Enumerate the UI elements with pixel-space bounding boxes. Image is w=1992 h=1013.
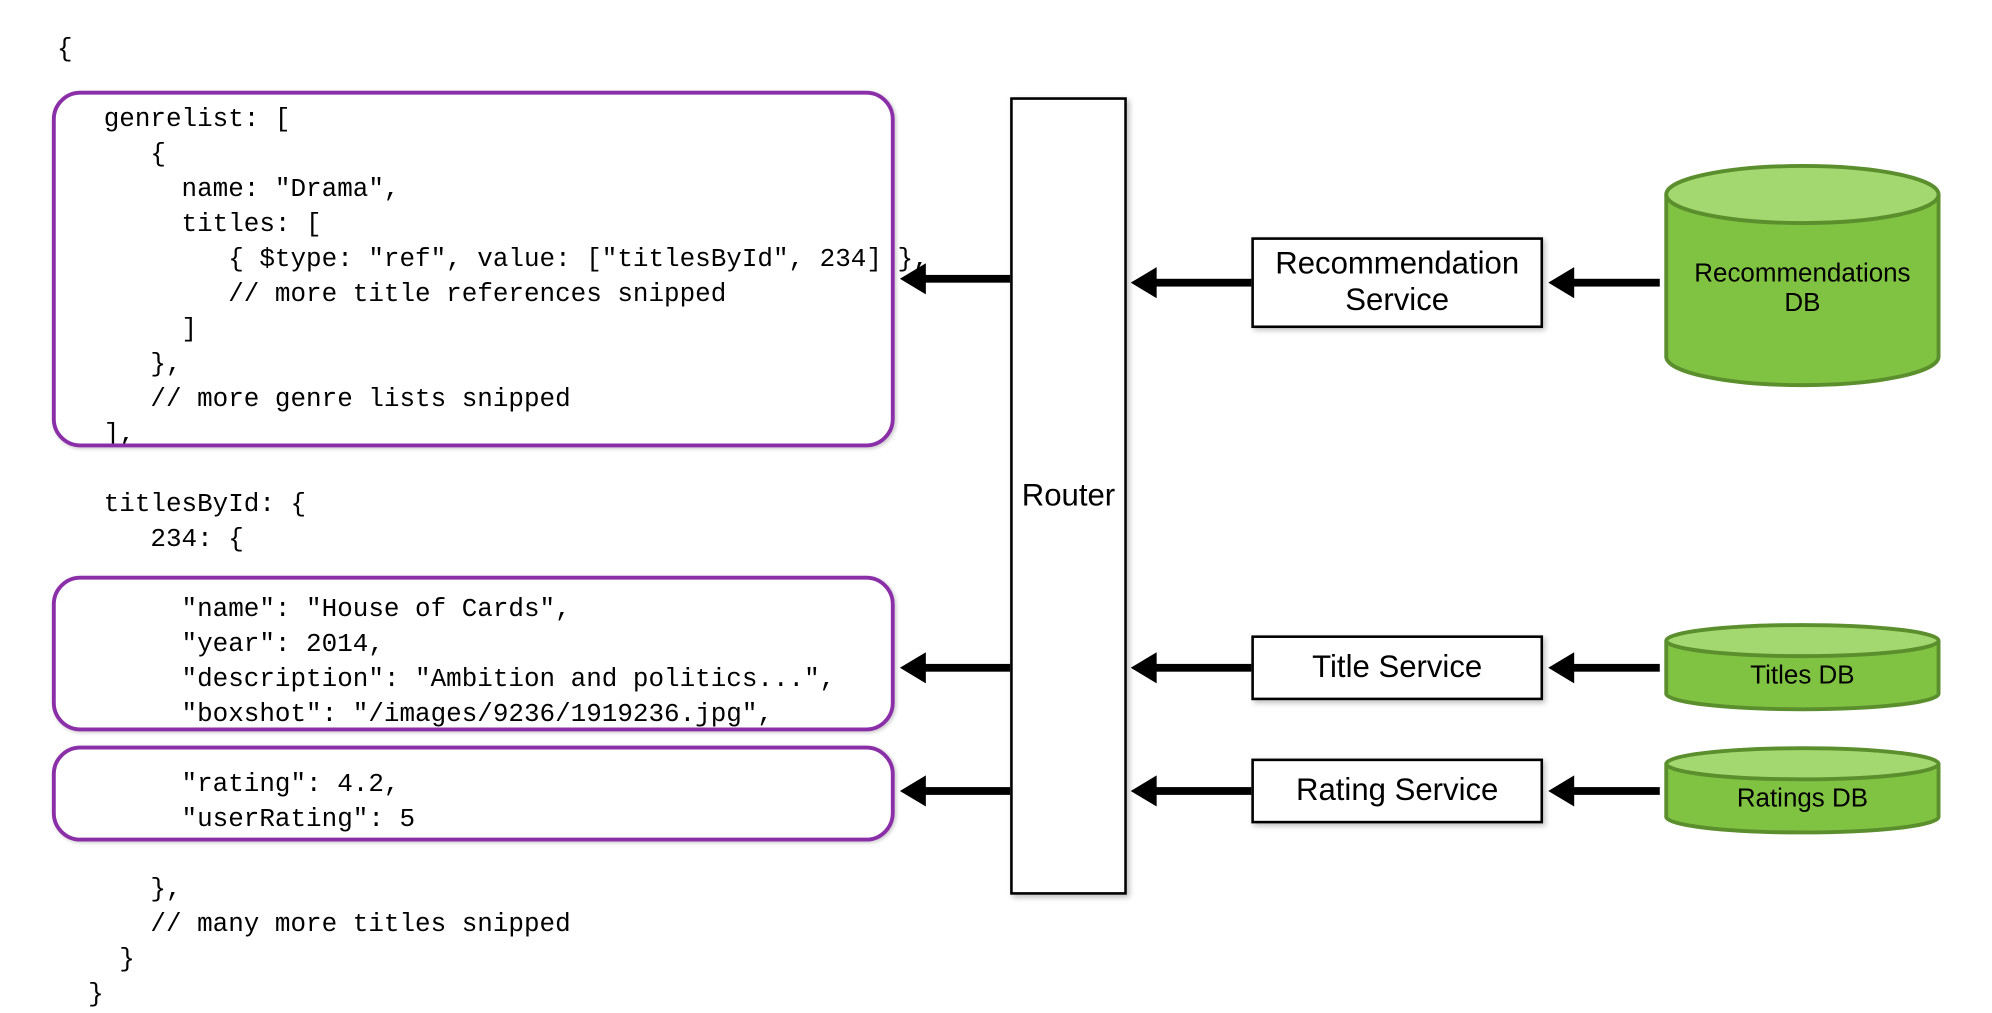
router-label: Router bbox=[1022, 478, 1115, 514]
rating-fields-highlight-box bbox=[52, 746, 895, 842]
recommendation-service-label: Recommendation Service bbox=[1275, 247, 1519, 319]
genrelist-highlight-box bbox=[52, 91, 895, 448]
title-fields-highlight-box bbox=[52, 576, 895, 732]
arrow-titlesvc-to-router bbox=[1154, 664, 1251, 672]
arrow-recsvc-to-router bbox=[1154, 279, 1251, 287]
rating-service-label: Rating Service bbox=[1296, 773, 1498, 809]
router-box: Router bbox=[1010, 97, 1127, 894]
title-service-label: Title Service bbox=[1312, 650, 1482, 686]
arrow-router-to-rating-fields bbox=[923, 787, 1010, 795]
recommendation-service-box: Recommendation Service bbox=[1251, 237, 1543, 328]
ratings-db: Ratings DB bbox=[1660, 746, 1945, 837]
title-service-box: Title Service bbox=[1251, 635, 1543, 700]
recommendations-db: Recommendations DB bbox=[1660, 162, 1945, 389]
recommendations-db-label: Recommendations DB bbox=[1660, 259, 1945, 319]
titles-db: Titles DB bbox=[1660, 622, 1945, 713]
rating-service-box: Rating Service bbox=[1251, 759, 1543, 824]
arrow-recdb-to-recsvc bbox=[1572, 279, 1660, 287]
arrow-router-to-title-fields bbox=[923, 664, 1010, 672]
diagram-canvas: { genrelist: [ { name: "Drama", titles: … bbox=[0, 0, 1992, 1011]
arrow-ratingsvc-to-router bbox=[1154, 787, 1251, 795]
arrow-router-to-genrelist bbox=[923, 275, 1010, 283]
arrow-ratingsdb-to-ratingsvc bbox=[1572, 787, 1660, 795]
titles-db-label: Titles DB bbox=[1660, 661, 1945, 691]
arrow-titlesdb-to-titlesvc bbox=[1572, 664, 1660, 672]
ratings-db-label: Ratings DB bbox=[1660, 785, 1945, 815]
